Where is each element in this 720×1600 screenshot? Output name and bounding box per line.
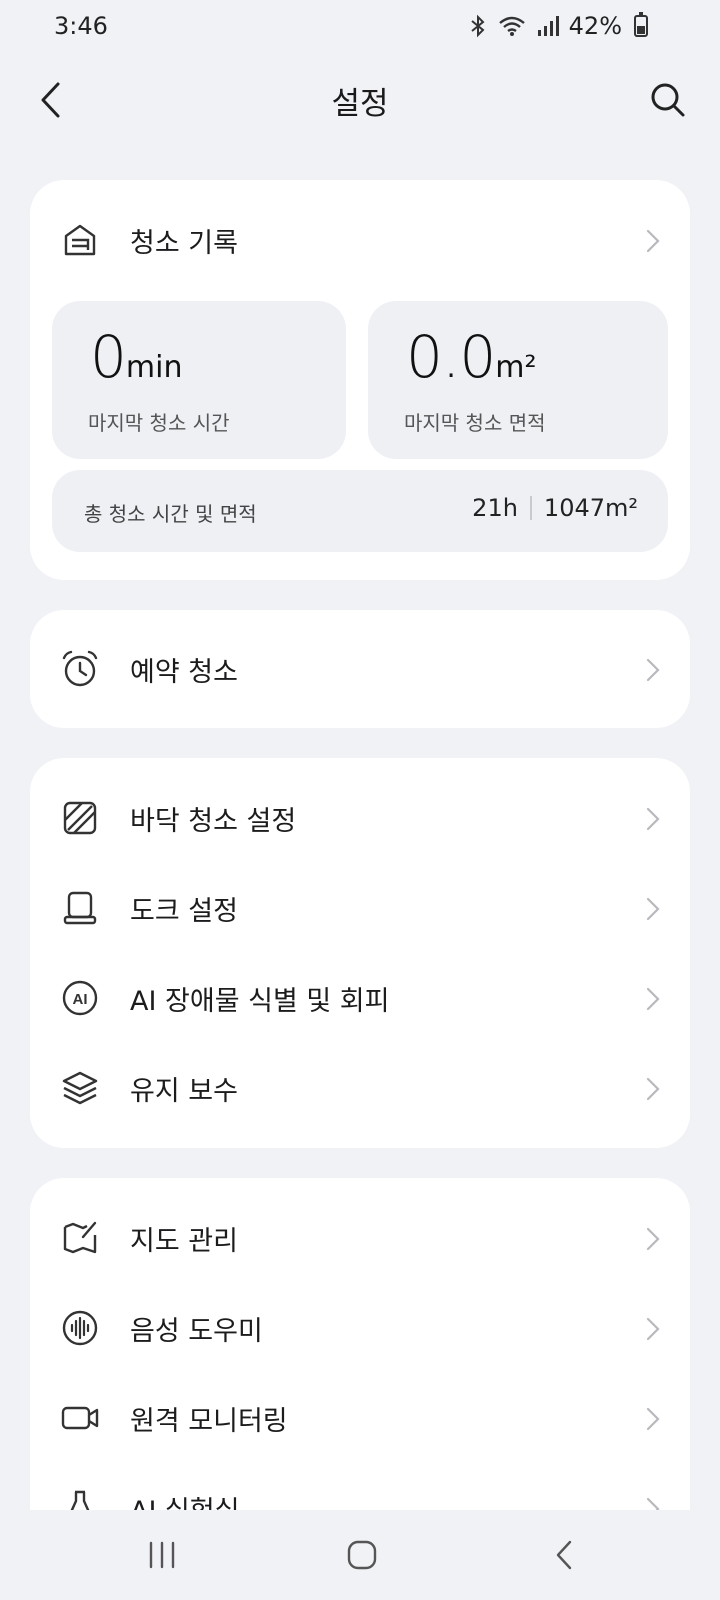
last-area-box: 0.0m² 마지막 청소 면적 xyxy=(368,301,668,459)
remote-monitoring-label: 원격 모니터링 xyxy=(130,1405,288,1437)
camera-icon xyxy=(60,1398,100,1438)
last-time-label: 마지막 청소 시간 xyxy=(88,411,230,435)
battery-icon xyxy=(634,12,648,37)
chevron-right-icon xyxy=(646,658,660,682)
schedule-label: 예약 청소 xyxy=(130,656,238,688)
bluetooth-icon xyxy=(469,14,487,38)
last-area-value: 0.0m² xyxy=(406,323,537,391)
schedule-card: 예약 청소 xyxy=(30,610,690,728)
signal-icon xyxy=(537,15,559,37)
back-icon xyxy=(556,1540,572,1570)
status-time: 3:46 xyxy=(54,12,108,40)
last-area-label: 마지막 청소 면적 xyxy=(404,411,546,435)
status-bar: 3:46 42% xyxy=(0,0,720,52)
total-time: 21h xyxy=(472,494,518,522)
total-values: 21h 1047m² xyxy=(472,494,638,522)
map-icon xyxy=(60,1218,100,1258)
chevron-right-icon xyxy=(646,229,660,253)
back-button[interactable] xyxy=(30,78,70,122)
floor-icon xyxy=(60,798,100,838)
recent-apps-button[interactable] xyxy=(132,1532,192,1578)
svg-text:AI: AI xyxy=(73,991,88,1008)
battery-text: 42% xyxy=(568,12,622,40)
system-back-button[interactable] xyxy=(534,1532,594,1578)
home-button[interactable] xyxy=(332,1532,392,1578)
chevron-right-icon xyxy=(646,1077,660,1101)
maintenance-row[interactable]: 유지 보수 xyxy=(30,1044,690,1132)
map-management-row[interactable]: 지도 관리 xyxy=(30,1194,690,1282)
recent-apps-icon xyxy=(149,1541,175,1569)
total-area: 1047m² xyxy=(543,494,638,522)
floor-cleaning-label: 바닥 청소 설정 xyxy=(130,805,297,837)
voice-icon xyxy=(60,1308,100,1348)
remote-monitoring-row[interactable]: 원격 모니터링 xyxy=(30,1374,690,1462)
chevron-right-icon xyxy=(646,1407,660,1431)
status-icons: 42% xyxy=(469,12,648,40)
cleaning-record-label: 청소 기록 xyxy=(130,227,238,259)
chevron-right-icon xyxy=(646,897,660,921)
alarm-clock-icon xyxy=(60,649,100,689)
search-icon xyxy=(651,83,685,117)
back-icon xyxy=(41,82,60,118)
dock-icon xyxy=(60,888,100,928)
chevron-right-icon xyxy=(646,1227,660,1251)
last-time-box: 0min 마지막 청소 시간 xyxy=(52,301,346,459)
divider xyxy=(529,496,532,520)
chevron-right-icon xyxy=(646,1317,660,1341)
floor-cleaning-row[interactable]: 바닥 청소 설정 xyxy=(30,774,690,862)
schedule-row[interactable]: 예약 청소 xyxy=(30,625,690,713)
total-label: 총 청소 시간 및 면적 xyxy=(84,502,257,526)
chevron-right-icon xyxy=(646,987,660,1011)
ai-obstacle-label: AI 장애물 식별 및 회피 xyxy=(130,985,390,1017)
app-header: 설정 xyxy=(0,60,720,140)
history-icon xyxy=(60,220,100,260)
home-icon xyxy=(347,1540,377,1570)
search-button[interactable] xyxy=(644,76,692,124)
battery-level xyxy=(637,26,645,34)
dock-settings-row[interactable]: 도크 설정 xyxy=(30,864,690,952)
last-time-value: 0min xyxy=(90,323,183,391)
wifi-icon xyxy=(497,14,527,38)
settings-card: 바닥 청소 설정 도크 설정 AI AI 장애물 식별 및 회피 유지 보수 xyxy=(30,758,690,1148)
layers-icon xyxy=(60,1068,100,1108)
voice-assistant-row[interactable]: 음성 도우미 xyxy=(30,1284,690,1372)
chevron-right-icon xyxy=(646,807,660,831)
cleaning-record-card: 청소 기록 0min 마지막 청소 시간 0.0m² 마지막 청소 면적 총 청… xyxy=(30,180,690,580)
system-nav-bar xyxy=(0,1510,720,1600)
ai-icon: AI xyxy=(60,978,100,1018)
maintenance-label: 유지 보수 xyxy=(130,1075,238,1107)
map-management-label: 지도 관리 xyxy=(130,1225,238,1257)
cleaning-record-row[interactable]: 청소 기록 xyxy=(30,196,690,284)
voice-assistant-label: 음성 도우미 xyxy=(130,1315,263,1347)
page-title: 설정 xyxy=(331,85,389,122)
ai-obstacle-row[interactable]: AI AI 장애물 식별 및 회피 xyxy=(30,954,690,1042)
total-stats-box: 총 청소 시간 및 면적 21h 1047m² xyxy=(52,470,668,552)
dock-settings-label: 도크 설정 xyxy=(130,895,238,927)
